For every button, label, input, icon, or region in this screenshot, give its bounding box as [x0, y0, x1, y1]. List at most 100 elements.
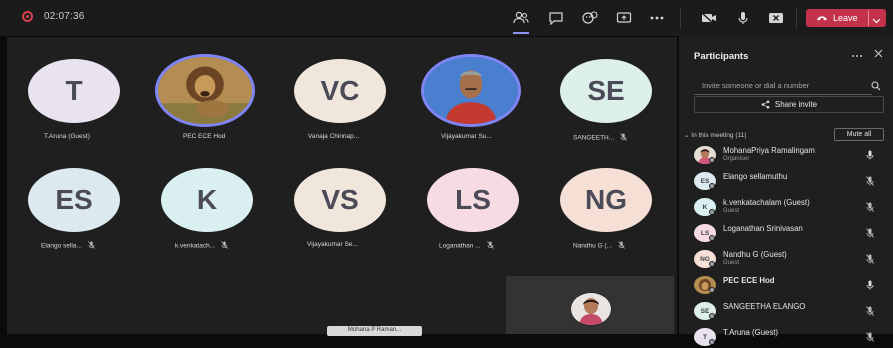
participant-list-item[interactable]: SE SANGEETHA ELANGO: [694, 300, 889, 322]
participant-name-text: Elango sella...: [41, 242, 82, 250]
presence-badge: [709, 183, 715, 189]
toolbar-divider: [680, 8, 681, 28]
mic-off-icon[interactable]: [866, 225, 874, 243]
participant-list-item[interactable]: NG Nandhu G (Guest) Guest: [694, 248, 889, 270]
panel-title: Participants: [694, 51, 749, 62]
recording-icon: [22, 11, 33, 22]
camera-off-icon[interactable]: [699, 8, 719, 28]
participant-avatar[interactable]: VC: [294, 59, 386, 123]
close-icon[interactable]: [874, 49, 883, 61]
toolbar-divider: [796, 8, 797, 28]
participant-avatar[interactable]: NG: [560, 168, 652, 232]
participant-list-item[interactable]: T T.Aruna (Guest): [694, 326, 889, 348]
participant-name: PEC ECE Hod: [183, 133, 226, 140]
participant-list-name: T.Aruna (Guest): [723, 328, 779, 337]
participant-name: Nandhu G (...: [573, 241, 625, 251]
participant-avatar[interactable]: SE: [560, 59, 652, 123]
participant-list-name: SANGEETHA ELANGO: [723, 302, 806, 311]
more-options-icon[interactable]: [851, 50, 863, 61]
avatar-initials: VS: [321, 184, 359, 215]
hang-up-icon: [816, 13, 828, 23]
participant-name: Vijayakumar Se...: [307, 241, 358, 248]
participant-list-name: k.venkatachalam (Guest): [723, 198, 810, 207]
reactions-icon[interactable]: [580, 8, 600, 28]
meeting-section-toggle[interactable]: ⌄ In this meeting (11): [684, 131, 746, 139]
participant-avatar[interactable]: [421, 54, 521, 127]
participant-avatar[interactable]: LS: [427, 168, 519, 232]
participant-avatar[interactable]: [155, 54, 255, 127]
mic-off-icon: [620, 133, 627, 143]
share-invite-label: Share invite: [774, 100, 818, 109]
participant-avatar[interactable]: K: [161, 168, 253, 232]
participant-name: SANGEETH...: [573, 133, 627, 143]
avatar-initials: VC: [320, 75, 360, 106]
chevron-down-icon: ⌄: [684, 132, 690, 139]
participant-list-name: MohanaPriya Ramalingam: [723, 146, 815, 155]
participant-list-name: Loganathan Srinivasan: [723, 224, 803, 233]
more-actions-icon[interactable]: [647, 8, 667, 28]
participants-panel: Participants Share invite ⌄ In this meet…: [679, 36, 893, 346]
mic-off-icon[interactable]: [866, 303, 874, 321]
microphone-icon[interactable]: [866, 147, 874, 165]
chevron-down-icon[interactable]: [872, 11, 881, 29]
avatar-initials: LS: [455, 184, 491, 215]
speaker-name-tag: Mohana P Raman...: [327, 326, 422, 336]
leave-divider: [868, 10, 869, 26]
mic-off-icon: [486, 241, 494, 251]
microphone-icon[interactable]: [866, 277, 874, 295]
mute-all-button[interactable]: Mute all: [834, 128, 884, 141]
participant-role: Organiser: [723, 156, 750, 162]
participant-list-item[interactable]: LS Loganathan Srinivasan: [694, 222, 889, 244]
mic-off-icon[interactable]: [866, 199, 874, 217]
mic-off-icon[interactable]: [866, 329, 874, 347]
participant-avatar[interactable]: T: [28, 59, 120, 123]
presence-badge: [709, 235, 715, 241]
participant-list-item[interactable]: Kk.venkatachalam (Guest) Guest: [694, 196, 889, 218]
invite-input[interactable]: [694, 76, 872, 95]
participant-name: Vanaja Chinnap...: [308, 133, 360, 140]
participants-icon[interactable]: [511, 8, 531, 34]
share-screen-icon[interactable]: [614, 8, 634, 28]
participant-avatar[interactable]: ES: [28, 168, 120, 232]
mic-off-icon[interactable]: [866, 173, 874, 191]
participant-name-text: Nandhu G (...: [573, 242, 613, 250]
participant-name-text: SANGEETH...: [573, 134, 615, 142]
mic-off-icon: [221, 241, 228, 251]
chat-icon[interactable]: [546, 8, 566, 28]
leave-label: Leave: [833, 13, 858, 23]
participant-name: k.venkatach...: [175, 241, 228, 251]
mic-off-icon: [618, 241, 625, 251]
participant-list-item[interactable]: ES Elango sellamuthu: [694, 170, 889, 192]
participant-name: T.Aruna (Guest): [44, 133, 90, 140]
avatar-initials: ES: [55, 184, 93, 215]
microphone-icon[interactable]: [733, 8, 753, 28]
participant-name-text: k.venkatach...: [175, 242, 216, 250]
participant-list-item[interactable]: MohanaPriya Ramalingam Organiser: [694, 144, 889, 166]
meeting-section-label: In this meeting (11): [691, 132, 747, 139]
presence-badge: [709, 339, 715, 345]
participant-list-item[interactable]: PEC ECE Hod: [694, 274, 889, 296]
mic-off-icon: [88, 241, 95, 251]
search-icon[interactable]: [871, 78, 881, 96]
share-icon: [761, 100, 770, 109]
stop-share-icon[interactable]: [766, 8, 786, 28]
avatar-initials: T: [65, 75, 83, 106]
participant-name-text: Loganathan ...: [439, 242, 481, 250]
avatar-initials: K: [196, 184, 218, 215]
participant-role: Guest: [723, 208, 740, 214]
presence-badge: [709, 157, 715, 163]
participant-name: Vijayakumar Su...: [441, 133, 492, 140]
presence-badge: [709, 287, 715, 293]
meeting-timer: 02:07:36: [44, 11, 85, 22]
participant-name: Loganathan ...: [439, 241, 494, 251]
avatar-initials: SE: [587, 75, 625, 106]
presence-badge: [709, 261, 715, 267]
share-invite-button[interactable]: Share invite: [694, 96, 884, 113]
self-video-avatar: [570, 292, 612, 326]
participant-avatar[interactable]: VS: [294, 168, 386, 232]
person-photo-icon: [571, 293, 611, 325]
avatar-initials: NG: [585, 184, 627, 215]
presence-badge: [709, 313, 715, 319]
mic-off-icon[interactable]: [866, 251, 874, 269]
participant-list-name: PEC ECE Hod: [723, 276, 775, 285]
